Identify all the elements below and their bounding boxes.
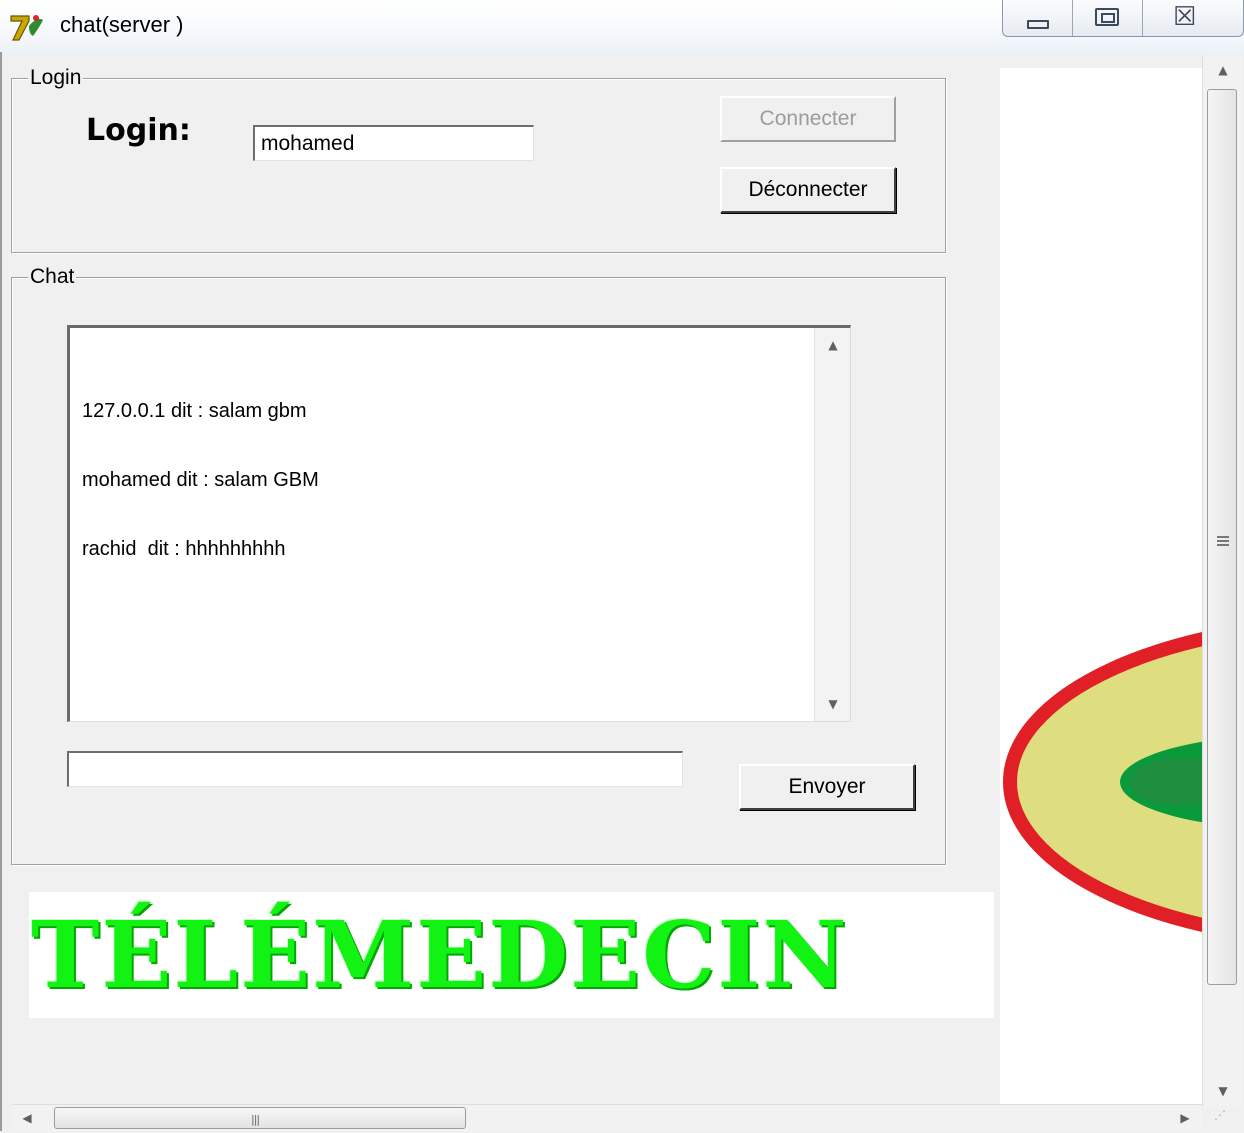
- chat-message: rachid dit : hhhhhhhhh: [82, 538, 286, 560]
- window-controls: ☒: [1002, 0, 1244, 37]
- title-bar: chat(server ) ☒: [0, 0, 1244, 52]
- resize-grip-icon[interactable]: ⋰: [1214, 1108, 1240, 1130]
- logo-image-panel: [1000, 68, 1202, 1106]
- message-input[interactable]: [67, 751, 683, 787]
- disconnect-button[interactable]: Déconnecter: [720, 167, 896, 213]
- chat-message: mohamed dit : salam GBM: [82, 469, 319, 491]
- login-label: Login:: [86, 113, 191, 148]
- horizontal-scroll-thumb[interactable]: |||: [54, 1107, 466, 1129]
- grip-icon: [1217, 536, 1229, 546]
- grip-icon: |||: [251, 1113, 260, 1126]
- vertical-scroll-thumb[interactable]: [1207, 89, 1237, 985]
- login-group-legend: Login: [28, 65, 84, 91]
- scroll-up-icon[interactable]: ▲: [1203, 55, 1243, 85]
- window-vertical-scrollbar[interactable]: ▲ ▼: [1202, 55, 1242, 1106]
- maximize-button[interactable]: [1073, 0, 1143, 36]
- chat-messages: 127.0.0.1 dit : salam gbm mohamed dit : …: [82, 354, 319, 607]
- send-button[interactable]: Envoyer: [739, 764, 915, 810]
- chat-log-scrollbar[interactable]: ▲ ▼: [814, 328, 850, 721]
- telemedecin-banner: TÉLÉMEDECIN: [29, 892, 994, 1018]
- connect-button[interactable]: Connecter: [720, 96, 896, 142]
- scroll-down-icon[interactable]: ▼: [1203, 1076, 1243, 1106]
- chat-message: 127.0.0.1 dit : salam gbm: [82, 400, 307, 422]
- scroll-up-icon[interactable]: ▲: [815, 330, 851, 360]
- chat-log[interactable]: 127.0.0.1 dit : salam gbm mohamed dit : …: [67, 325, 851, 722]
- scroll-down-icon[interactable]: ▼: [815, 689, 851, 719]
- maximize-icon: [1094, 8, 1119, 26]
- logo-image: [1003, 632, 1202, 932]
- close-icon: ☒: [1172, 2, 1197, 32]
- username-input[interactable]: [253, 125, 534, 161]
- close-button[interactable]: ☒: [1143, 0, 1243, 36]
- window-horizontal-scrollbar[interactable]: ◀ ||| ▶: [12, 1104, 1202, 1131]
- banner-text: TÉLÉMEDECIN: [31, 901, 849, 1009]
- scroll-right-icon[interactable]: ▶: [1170, 1103, 1200, 1133]
- window-title: chat(server ): [60, 12, 184, 37]
- chat-group-legend: Chat: [28, 264, 77, 290]
- minimize-icon: [1027, 20, 1049, 29]
- app-icon: [10, 15, 43, 41]
- scroll-left-icon[interactable]: ◀: [12, 1103, 42, 1133]
- minimize-button[interactable]: [1003, 0, 1073, 36]
